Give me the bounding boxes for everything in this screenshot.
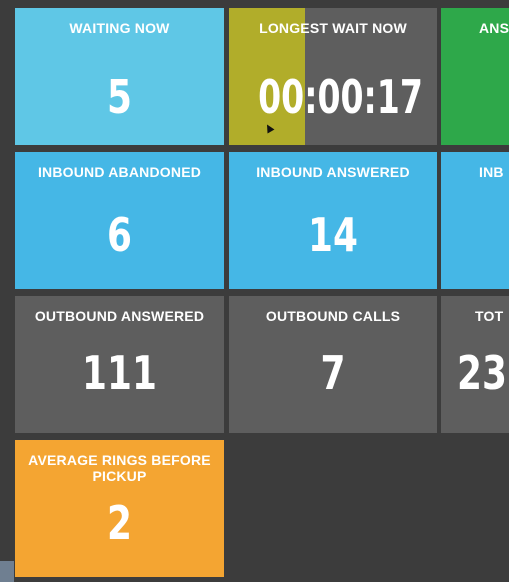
tile-value: 2 — [107, 496, 132, 550]
tile-value: 23 — [457, 346, 507, 400]
tile-outbound-calls: OUTBOUND CALLS 7 — [229, 296, 437, 433]
tile-value: 00:00:17 — [258, 70, 423, 124]
tile-value: 5 — [107, 70, 132, 124]
tile-waiting-now: WAITING NOW 5 — [15, 8, 224, 145]
tile-label: INB — [479, 164, 504, 180]
tile-longest-wait-now: LONGEST WAIT NOW 00:00:17 — [229, 8, 437, 145]
tile-value: 6 — [107, 208, 132, 262]
tile-inbound: INB — [441, 152, 509, 289]
wallboard: WAITING NOW 5 LONGEST WAIT NOW 00:00:17 … — [0, 0, 509, 582]
tile-label: WAITING NOW — [69, 20, 170, 36]
tile-answered: ANS — [441, 8, 509, 145]
tile-value: 14 — [308, 208, 358, 262]
tile-average-rings-before-pickup: AVERAGE RINGS BEFORE PICKUP 2 — [15, 440, 224, 577]
tile-inbound-abandoned: INBOUND ABANDONED 6 — [15, 152, 224, 289]
tile-label: LONGEST WAIT NOW — [259, 20, 407, 36]
tile-label: OUTBOUND CALLS — [265, 308, 401, 324]
tile-label: ANS — [479, 20, 509, 36]
tile-inbound-answered: INBOUND ANSWERED 14 — [229, 152, 437, 289]
tile-label: INBOUND ABANDONED — [37, 164, 202, 180]
tile-label: OUTBOUND ANSWERED — [34, 308, 205, 324]
tile-total: TOT 23 — [441, 296, 509, 433]
tile-label: INBOUND ANSWERED — [256, 164, 410, 180]
tile-value: 111 — [82, 346, 157, 400]
tile-value: 7 — [320, 346, 346, 400]
tile-label: AVERAGE RINGS BEFORE PICKUP — [28, 452, 211, 484]
tile-label: TOT — [475, 308, 504, 324]
window-corner-icon — [0, 561, 14, 582]
tile-outbound-answered: OUTBOUND ANSWERED 111 — [15, 296, 224, 433]
